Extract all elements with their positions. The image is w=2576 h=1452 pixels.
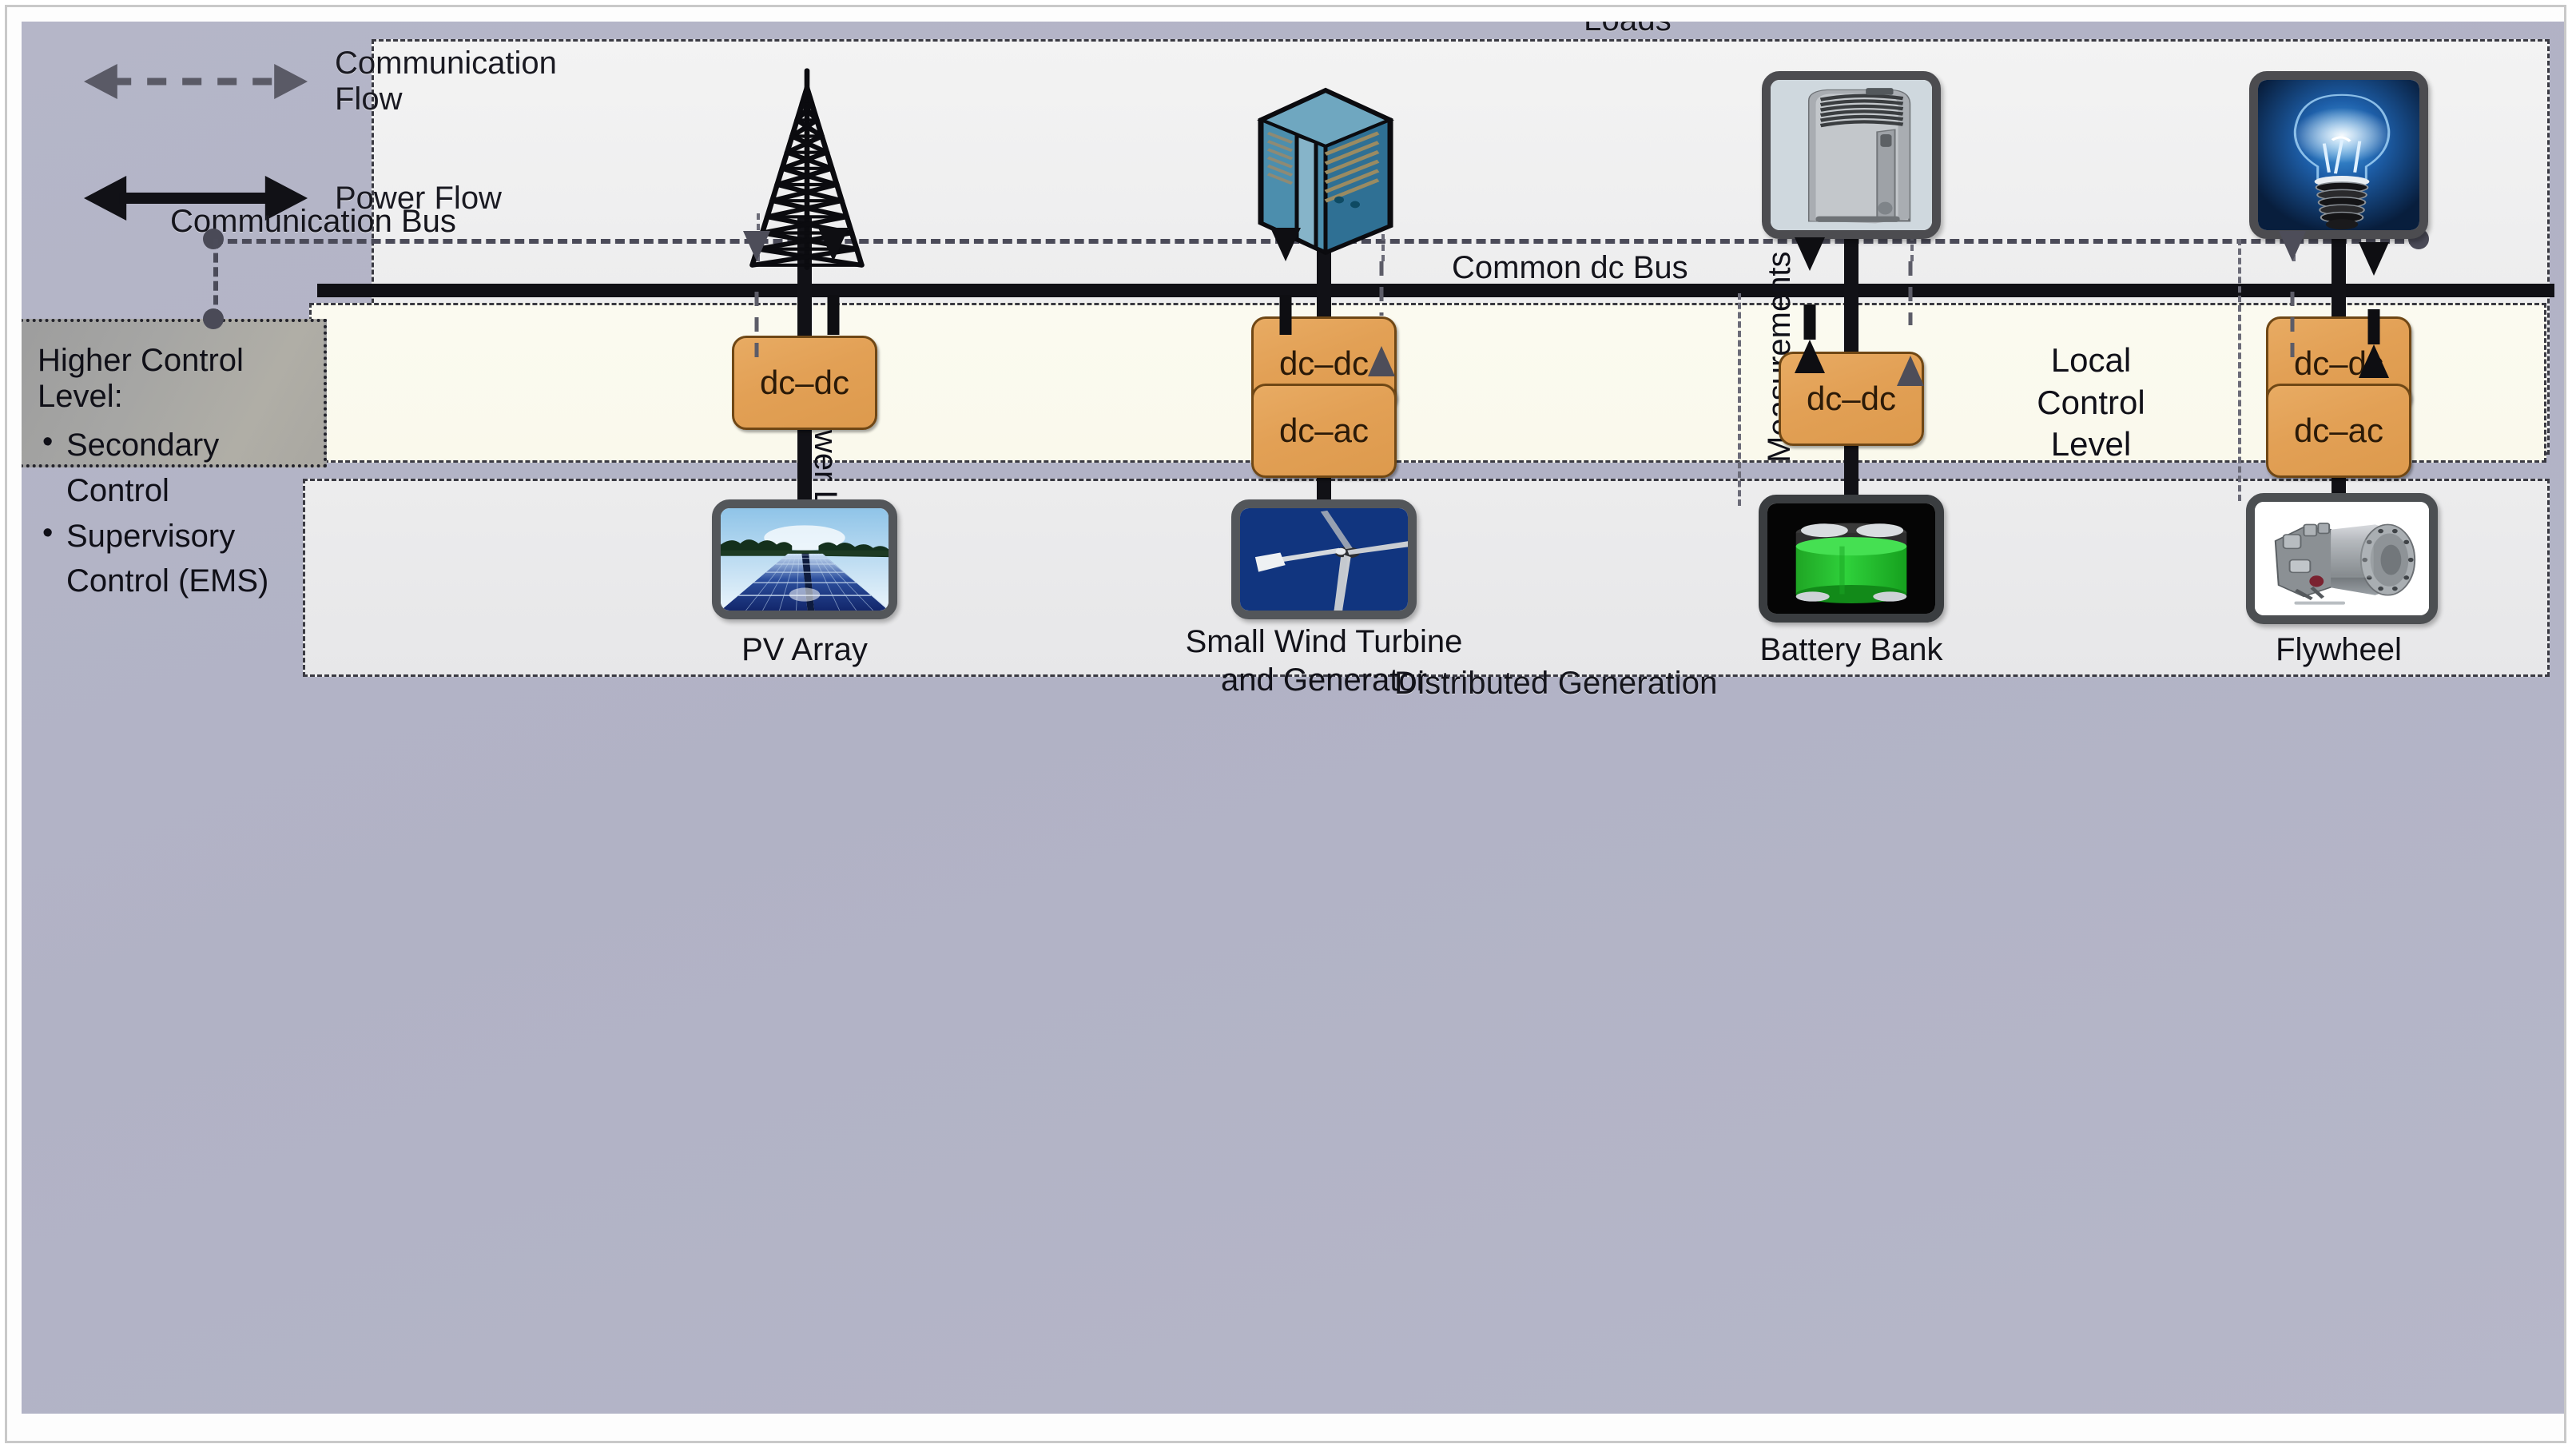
higher-control-level-title: Higher Control Level: — [38, 343, 244, 414]
higher-control-level-box[interactable]: Higher Control Level:Secondary ControlSu… — [22, 319, 327, 599]
communication-flow-arrow-icon — [84, 63, 308, 99]
legend-communication-flow-label: Communication Flow — [335, 46, 557, 117]
common-dc-bus-line — [317, 284, 2554, 297]
air-conditioner-frame[interactable] — [1762, 71, 1941, 239]
light-bulb-glyph — [2258, 80, 2419, 230]
flywheel-glyph — [2255, 502, 2429, 615]
battery-measurement-line — [1738, 293, 1741, 506]
air-conditioner-glyph — [1771, 80, 1932, 230]
wind-turbine-frame[interactable] — [1231, 499, 1417, 619]
local-control-level-label: Local Control Level — [2037, 341, 2145, 463]
wind-turbine-label: Small Wind Turbine and Generator — [1185, 624, 1463, 698]
legend-communication-flow: Communication Flow — [84, 46, 557, 117]
pv-array-frame[interactable] — [712, 499, 897, 619]
diagram-stage: LoadsDistributed GenerationCommunication… — [0, 0, 2576, 1452]
wind-dc-ac-converter[interactable]: dc–ac — [1251, 384, 1397, 478]
server-rack-icon — [1246, 79, 1405, 256]
communication-bus-drop — [213, 239, 218, 319]
wind-dc-ac-converter-label: dc–ac — [1278, 412, 1369, 449]
battery-bank-label: Battery Bank — [1759, 632, 1943, 667]
battery-dc-dc-converter-label: dc–dc — [1806, 380, 1897, 417]
diagram-canvas: LoadsDistributed GenerationCommunication… — [22, 22, 2564, 1414]
solar-panel-glyph — [721, 508, 888, 611]
light-bulb-frame[interactable] — [2249, 71, 2428, 239]
server-rack-glyph — [1257, 87, 1394, 256]
higher-control-level-item[interactable]: Supervisory Control (EMS) — [38, 512, 303, 605]
flywheel-label: Flywheel — [2276, 632, 2402, 667]
flywheel-dc-ac-converter-label: dc–ac — [2293, 412, 2384, 449]
wind-turbine-glyph — [1240, 508, 1408, 611]
flywheel-dc-dc-converter-label: dc–dc — [2293, 344, 2384, 382]
wind-dc-dc-converter-label: dc–dc — [1278, 344, 1369, 382]
common-dc-bus-label: Common dc Bus — [1452, 250, 1688, 285]
higher-control-level-node — [203, 308, 224, 329]
page-frame: LoadsDistributed GenerationCommunication… — [5, 5, 2566, 1443]
battery-dc-dc-converter[interactable]: dc–dc — [1779, 352, 1924, 446]
pv-dc-dc-converter[interactable]: dc–dc — [732, 336, 877, 430]
flywheel-frame[interactable] — [2246, 493, 2438, 624]
communication-tower-glyph — [749, 68, 865, 270]
flywheel-dc-ac-converter[interactable]: dc–ac — [2266, 384, 2411, 478]
battery-glyph — [1767, 503, 1935, 614]
pv-dc-dc-converter-label: dc–dc — [759, 364, 850, 401]
loads-title: Loads — [1584, 22, 1672, 38]
battery-bank-frame[interactable] — [1759, 495, 1944, 623]
flywheel-measurement-line — [2238, 239, 2241, 501]
pv-array-label: PV Array — [741, 632, 868, 667]
communication-tower-icon — [731, 68, 883, 270]
higher-control-level-item[interactable]: Secondary Control — [38, 421, 303, 514]
higher-control-level-list: Secondary ControlSupervisory Control (EM… — [38, 421, 303, 605]
